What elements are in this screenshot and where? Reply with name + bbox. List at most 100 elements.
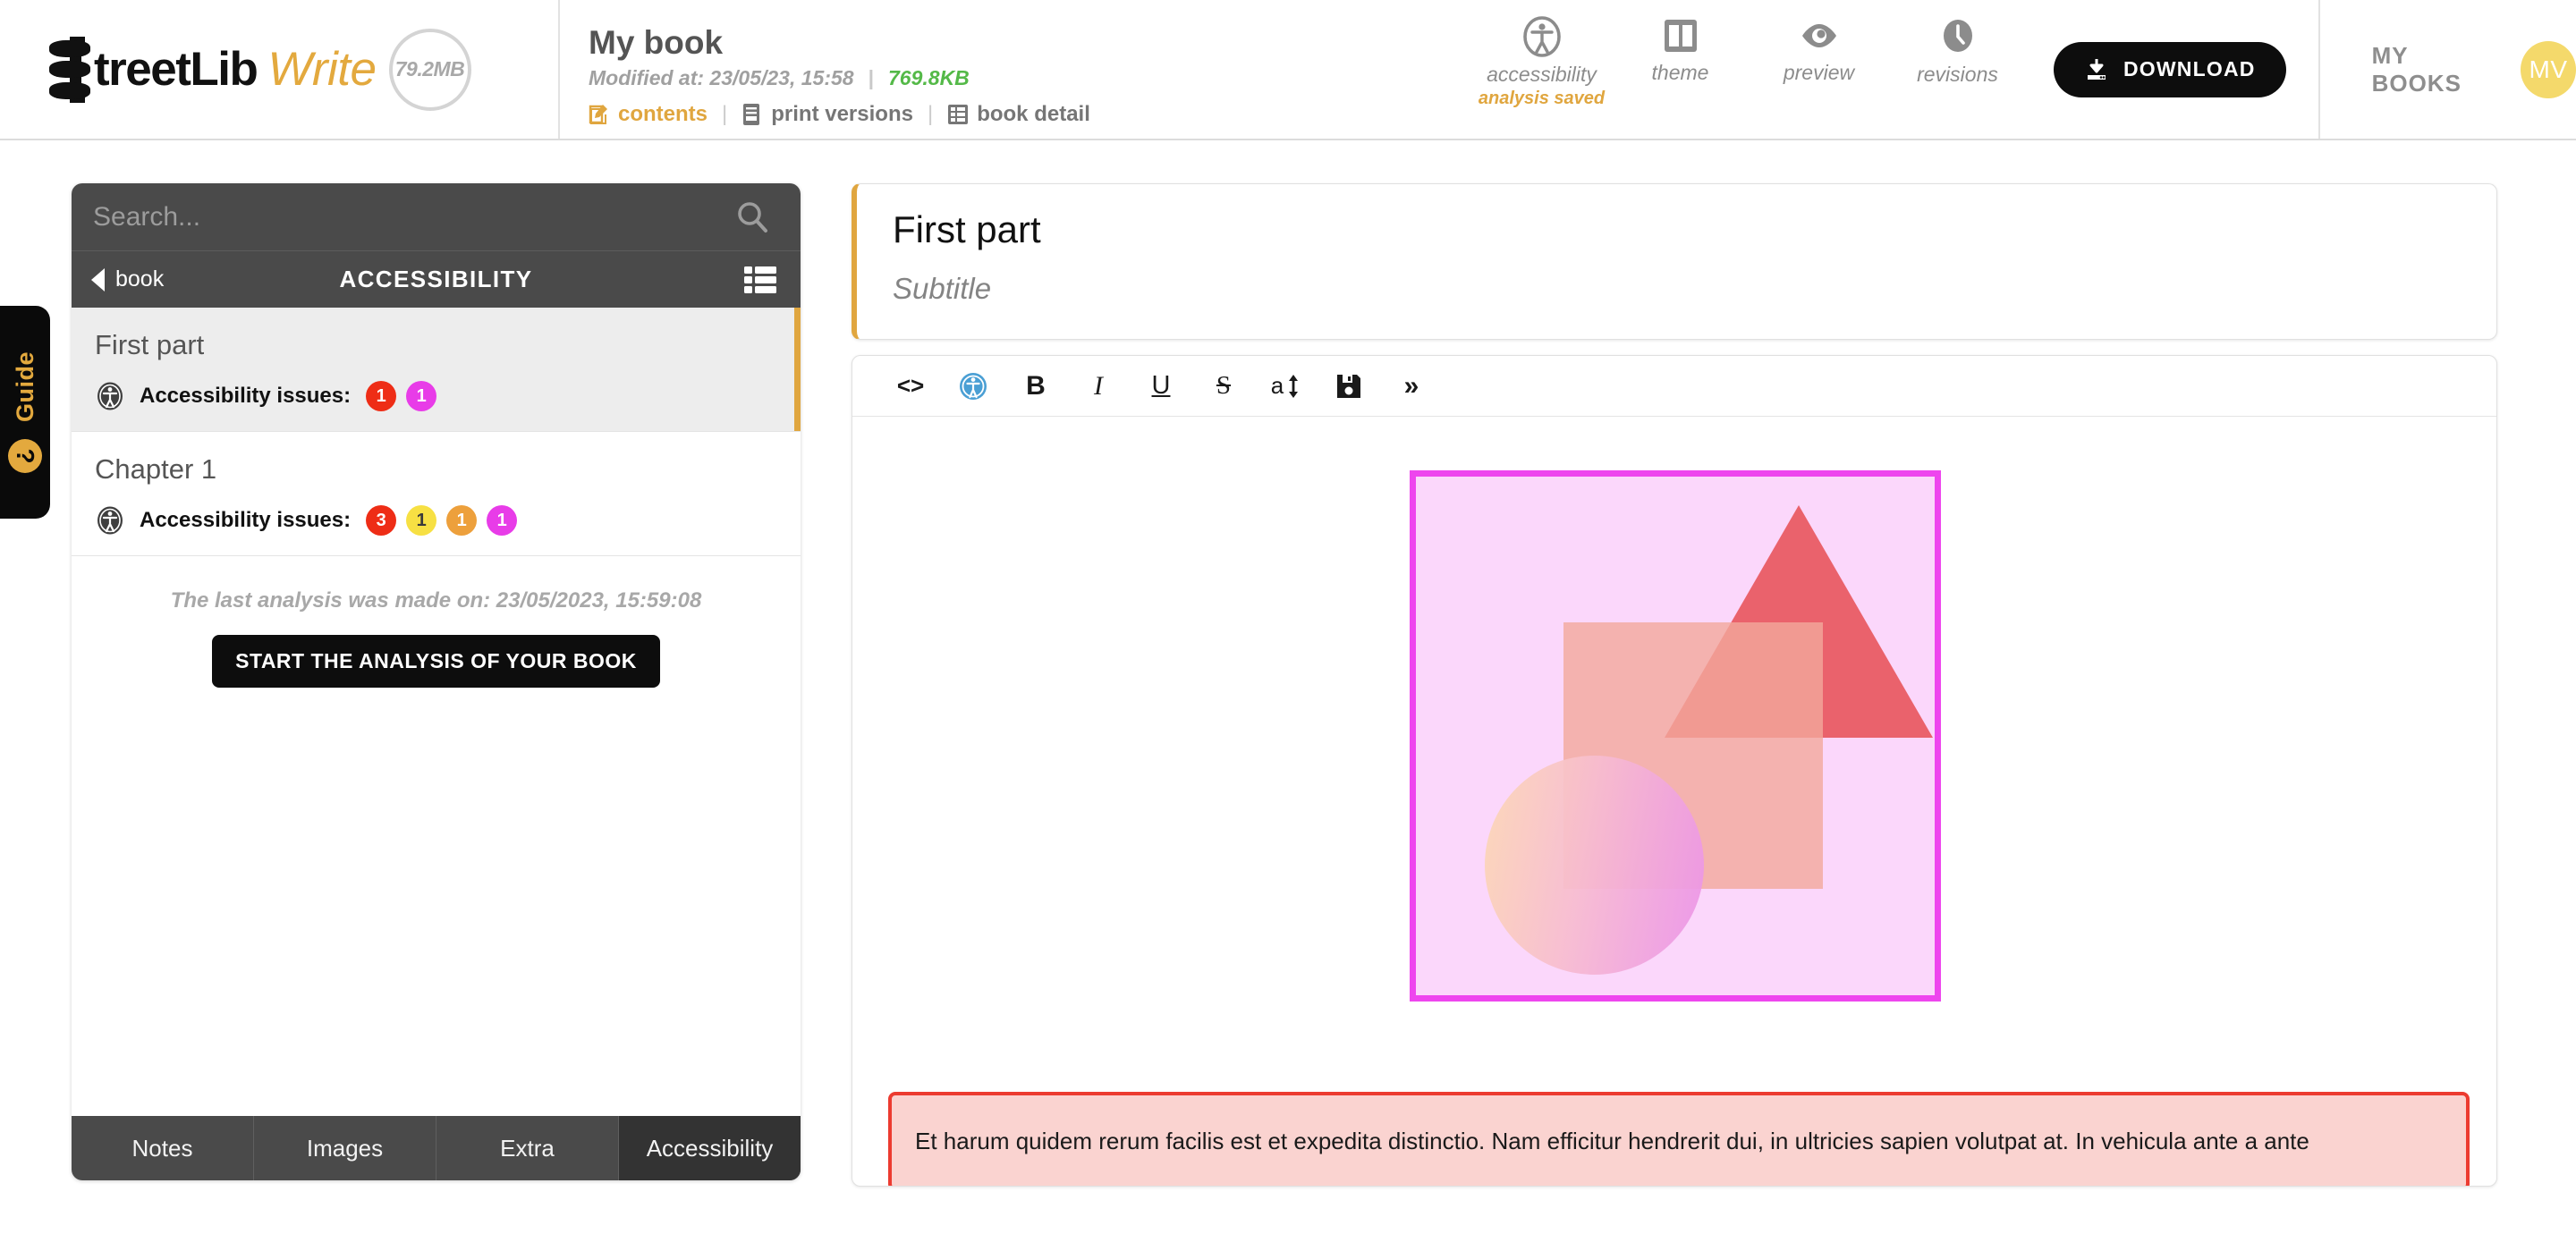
download-button[interactable]: DOWNLOAD bbox=[2054, 42, 2286, 97]
my-books-zone[interactable]: MY BOOKS MV bbox=[2320, 0, 2576, 139]
status-badge[interactable]: 1 bbox=[406, 381, 436, 411]
link-separator-1: | bbox=[722, 102, 727, 127]
theme-columns-icon bbox=[1662, 16, 1699, 55]
list-view-icon[interactable] bbox=[743, 266, 777, 294]
sidebar-header: book ACCESSIBILITY bbox=[72, 251, 801, 308]
document-title-input[interactable]: First part bbox=[893, 207, 2461, 252]
link-book-detail-label: book detail bbox=[977, 102, 1090, 127]
editor-toolbar: <> B I U S a » bbox=[852, 356, 2496, 417]
underline-icon[interactable]: U bbox=[1130, 356, 1192, 417]
status-badge[interactable]: 1 bbox=[366, 381, 396, 411]
accessibility-icon bbox=[95, 505, 125, 536]
accessibility-issues-row: Accessibility issues: 1 1 bbox=[95, 381, 777, 411]
accessibility-issues-label: Accessibility issues: bbox=[140, 384, 351, 409]
list-item-title: First part bbox=[95, 329, 777, 361]
font-size-letter: a bbox=[1271, 372, 1284, 400]
status-badge[interactable]: 1 bbox=[406, 505, 436, 536]
editor-content-area[interactable]: Et harum quidem rerum facilis est et exp… bbox=[852, 417, 2496, 1186]
list-detail-icon bbox=[947, 103, 969, 126]
book-info-zone: My book Modified at: 23/05/23, 15:58 | 7… bbox=[560, 0, 1472, 139]
status-badge[interactable]: 1 bbox=[446, 505, 477, 536]
font-size-icon[interactable]: a bbox=[1255, 356, 1318, 417]
tool-accessibility-status: analysis saved bbox=[1479, 89, 1605, 109]
left-sidebar: book ACCESSIBILITY First part Accessibil… bbox=[72, 183, 801, 1180]
document-subtitle-input[interactable]: Subtitle bbox=[893, 272, 2461, 306]
storage-usage-ring: 79.2MB bbox=[389, 29, 471, 111]
italic-icon[interactable]: I bbox=[1067, 356, 1130, 417]
sidebar-chapter-list: First part Accessibility issues: 1 1 Cha… bbox=[72, 308, 801, 1116]
strikethrough-icon[interactable]: S bbox=[1192, 356, 1255, 417]
start-analysis-button[interactable]: START THE ANALYSIS OF YOUR BOOK bbox=[212, 635, 660, 688]
sidebar-tabs: Notes Images Extra Accessibility bbox=[72, 1116, 801, 1180]
sidebar-panel-title: ACCESSIBILITY bbox=[72, 266, 801, 293]
more-tools-icon[interactable]: » bbox=[1380, 356, 1443, 417]
link-separator-2: | bbox=[928, 102, 933, 127]
download-button-label: DOWNLOAD bbox=[2123, 57, 2256, 81]
link-contents[interactable]: contents bbox=[589, 102, 708, 127]
logo-text-accent: Write bbox=[267, 46, 376, 93]
shape-circle bbox=[1485, 756, 1704, 975]
link-print-versions-label: print versions bbox=[771, 102, 913, 127]
logo-s-glyph-icon bbox=[49, 40, 90, 99]
guide-tab[interactable]: Guide ? bbox=[0, 306, 50, 519]
sidebar-item-first-part[interactable]: First part Accessibility issues: 1 1 bbox=[72, 308, 801, 432]
tool-revisions[interactable]: revisions bbox=[1888, 16, 2027, 87]
tool-theme[interactable]: theme bbox=[1611, 16, 1750, 85]
accessibility-icon bbox=[95, 381, 125, 411]
status-badge[interactable]: 1 bbox=[487, 505, 517, 536]
source-code-icon[interactable]: <> bbox=[879, 356, 942, 417]
tool-accessibility-label: accessibility bbox=[1487, 63, 1597, 87]
search-icon[interactable] bbox=[734, 199, 770, 235]
tab-extra[interactable]: Extra bbox=[436, 1116, 619, 1180]
tool-preview[interactable]: preview bbox=[1750, 16, 1888, 85]
file-size-label: 769.8KB bbox=[888, 66, 970, 90]
edit-document-icon bbox=[589, 103, 610, 126]
question-mark-icon: ? bbox=[8, 439, 42, 473]
sidebar-back-button[interactable]: book bbox=[91, 266, 164, 292]
book-nav-links: contents | print versions | book detail bbox=[589, 102, 1472, 127]
link-print-versions[interactable]: print versions bbox=[741, 102, 913, 127]
clock-revisions-icon bbox=[1938, 16, 1978, 57]
sidebar-back-label: book bbox=[115, 266, 164, 292]
streetlib-logo[interactable]: treetLib Write bbox=[70, 37, 377, 103]
link-book-detail[interactable]: book detail bbox=[947, 102, 1090, 127]
list-item-title: Chapter 1 bbox=[95, 453, 777, 486]
chevron-left-icon bbox=[91, 268, 105, 292]
accessibility-issues-label: Accessibility issues: bbox=[140, 508, 351, 533]
tab-notes[interactable]: Notes bbox=[72, 1116, 254, 1180]
meta-separator: | bbox=[869, 66, 874, 90]
avatar[interactable]: MV bbox=[2521, 41, 2576, 98]
save-icon[interactable] bbox=[1318, 356, 1380, 417]
guide-tab-label: Guide bbox=[12, 351, 39, 422]
header-tools: accessibility analysis saved theme previ… bbox=[1472, 0, 2027, 139]
accessibility-issues-row: Accessibility issues: 3 1 1 1 bbox=[95, 505, 777, 536]
analysis-section: The last analysis was made on: 23/05/202… bbox=[72, 556, 801, 688]
tool-revisions-label: revisions bbox=[1917, 63, 1998, 87]
print-book-icon bbox=[741, 103, 763, 126]
app-header: treetLib Write 79.2MB My book Modified a… bbox=[0, 0, 2576, 140]
eye-preview-icon bbox=[1798, 16, 1841, 55]
sidebar-item-chapter-1[interactable]: Chapter 1 Accessibility issues: 3 1 1 1 bbox=[72, 432, 801, 556]
modified-timestamp: Modified at: 23/05/23, 15:58 bbox=[589, 66, 854, 90]
bold-icon[interactable]: B bbox=[1004, 356, 1067, 417]
search-bar[interactable] bbox=[72, 183, 801, 251]
document-title-card: First part Subtitle bbox=[852, 183, 2497, 340]
tool-theme-label: theme bbox=[1652, 61, 1709, 85]
book-meta: Modified at: 23/05/23, 15:58 | 769.8KB bbox=[589, 66, 1472, 90]
search-input[interactable] bbox=[93, 202, 734, 232]
storage-usage-label: 79.2MB bbox=[395, 57, 465, 81]
figure-image-block[interactable] bbox=[1410, 470, 1941, 1002]
tab-images[interactable]: Images bbox=[254, 1116, 436, 1180]
accessibility-check-icon[interactable] bbox=[942, 356, 1004, 417]
brand-logo-zone[interactable]: treetLib Write 79.2MB bbox=[0, 0, 560, 139]
status-badge[interactable]: 3 bbox=[366, 505, 396, 536]
tab-accessibility[interactable]: Accessibility bbox=[619, 1116, 801, 1180]
page-title: My book bbox=[589, 24, 1472, 63]
tool-accessibility[interactable]: accessibility analysis saved bbox=[1472, 16, 1611, 109]
last-analysis-note: The last analysis was made on: 23/05/202… bbox=[89, 588, 783, 613]
tool-preview-label: preview bbox=[1784, 61, 1854, 85]
editor-card: <> B I U S a » Et harum quidem rerum fac… bbox=[852, 355, 2497, 1187]
download-icon bbox=[2084, 57, 2109, 82]
flagged-paragraph[interactable]: Et harum quidem rerum facilis est et exp… bbox=[888, 1092, 2470, 1186]
logo-text-primary: treetLib bbox=[94, 46, 257, 93]
